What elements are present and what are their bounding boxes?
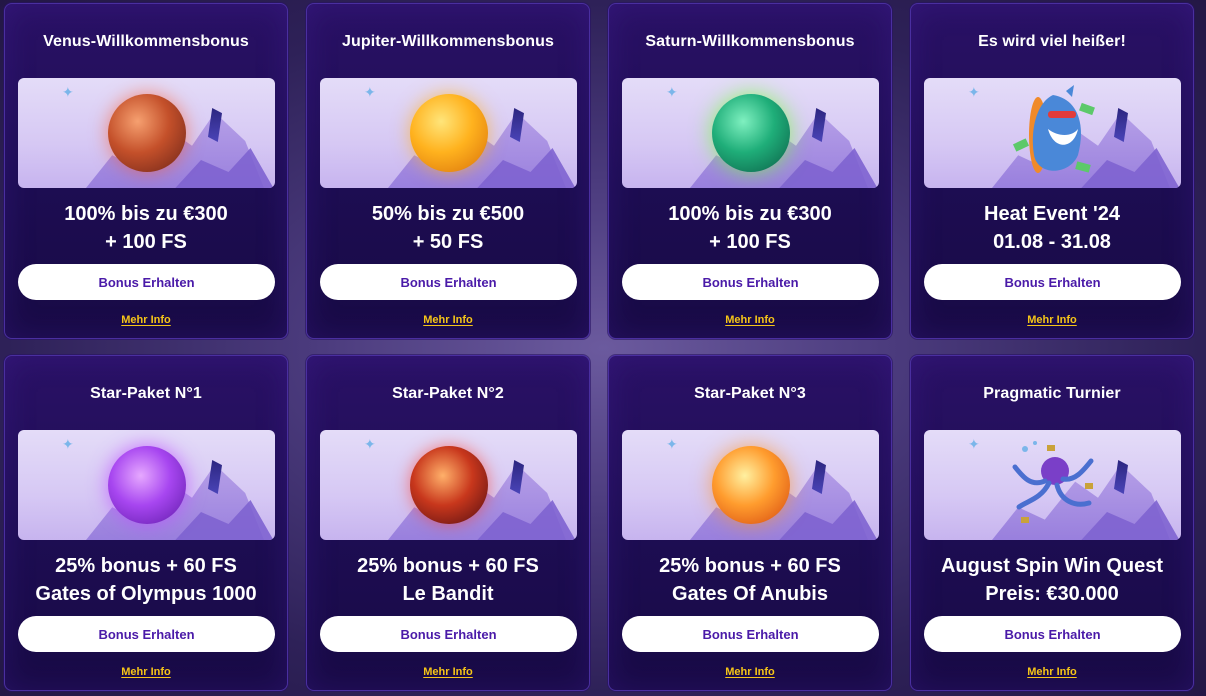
jupiter-planet-icon [409,94,488,172]
bonus-erhalten-button[interactable]: Bonus Erhalten [18,264,275,300]
promo-banner: ✦ [924,78,1181,188]
card-title: Star-Paket N°2 [392,385,504,402]
promotions-grid: Venus-Willkommensbonus ✦ 100% bis zu €30… [4,3,1194,691]
sparkle-icon: ✦ [968,436,980,452]
offer-line: 100% bis zu €300 [64,203,228,225]
card-title: Jupiter-Willkommensbonus [341,33,555,50]
offer-line: 25% bonus + 60 FS [55,555,237,577]
offer-line: 50% bis zu €500 [371,203,525,225]
sparkle-icon: ✦ [968,84,980,100]
promo-banner: ✦ [320,430,577,540]
offer-line: 25% bonus + 60 FS [659,555,841,577]
sparkle-icon: ✦ [364,436,376,452]
lava-planet-icon [409,446,488,524]
offer-line: 25% bonus + 60 FS [357,555,539,577]
bonus-erhalten-button[interactable]: Bonus Erhalten [924,264,1181,300]
shark-surfer-icon [1012,85,1095,173]
offer-text: Heat Event '24 01.08 - 31.08 [911,200,1193,256]
offer-line: August Spin Win Quest [940,555,1164,577]
offer-line: Le Bandit [402,583,494,605]
promo-card-pragmatic-turnier: Pragmatic Turnier ✦ August Spin Win Ques… [910,355,1194,691]
card-title: Star-Paket N°1 [90,385,202,402]
sparkle-icon: ✦ [62,84,74,100]
offer-text: August Spin Win Quest Preis: €30.000 [911,552,1193,608]
mehr-info-link[interactable]: Mehr Info [423,314,473,326]
offer-text: 100% bis zu €300 + 100 FS [609,200,891,256]
offer-line: + 50 FS [412,231,484,253]
mehr-info-link[interactable]: Mehr Info [725,666,775,678]
offer-text: 25% bonus + 60 FS Gates Of Anubis [609,552,891,608]
promo-card-star-paket-1: Star-Paket N°1 ✦ 25% bonus + 60 FS Gates… [4,355,288,691]
promo-banner: ✦ [320,78,577,188]
card-title: Star-Paket N°3 [694,385,806,402]
octopus-icon [1012,441,1093,523]
offer-line: Gates of Olympus 1000 [35,583,257,605]
promo-card-jupiter: Jupiter-Willkommensbonus ✦ 50% bis zu €5… [306,3,590,339]
promo-banner: ✦ [18,430,275,540]
purple-planet-icon [107,446,186,524]
bonus-erhalten-button[interactable]: Bonus Erhalten [622,264,879,300]
promo-banner: ✦ [622,78,879,188]
offer-text: 100% bis zu €300 + 100 FS [5,200,287,256]
bonus-erhalten-button[interactable]: Bonus Erhalten [320,616,577,652]
mehr-info-link[interactable]: Mehr Info [1027,314,1077,326]
sparkle-icon: ✦ [666,84,678,100]
saturn-planet-icon [711,94,790,172]
offer-line: 100% bis zu €300 [668,203,832,225]
promo-banner: ✦ [924,430,1181,540]
bonus-erhalten-button[interactable]: Bonus Erhalten [18,616,275,652]
bonus-erhalten-button[interactable]: Bonus Erhalten [924,616,1181,652]
bonus-erhalten-button[interactable]: Bonus Erhalten [320,264,577,300]
card-title: Pragmatic Turnier [983,385,1121,402]
promo-banner: ✦ [622,430,879,540]
offer-line: Preis: €30.000 [985,583,1119,605]
bonus-erhalten-button[interactable]: Bonus Erhalten [622,616,879,652]
offer-line: + 100 FS [709,231,791,253]
sparkle-icon: ✦ [364,84,376,100]
mehr-info-link[interactable]: Mehr Info [725,314,775,326]
mehr-info-link[interactable]: Mehr Info [121,314,171,326]
mehr-info-link[interactable]: Mehr Info [1027,666,1077,678]
mehr-info-link[interactable]: Mehr Info [121,666,171,678]
offer-line: Heat Event '24 [984,203,1120,225]
promo-banner: ✦ [18,78,275,188]
sparkle-icon: ✦ [62,436,74,452]
card-title: Saturn-Willkommensbonus [645,33,855,50]
mehr-info-link[interactable]: Mehr Info [423,666,473,678]
promo-card-heat-event: Es wird viel heißer! ✦ Heat Event '24 01… [910,3,1194,339]
offer-text: 25% bonus + 60 FS Gates of Olympus 1000 [5,552,287,608]
sparkle-icon: ✦ [666,436,678,452]
venus-planet-icon [107,94,186,172]
promo-card-star-paket-3: Star-Paket N°3 ✦ 25% bonus + 60 FS Gates… [608,355,892,691]
offer-line: 01.08 - 31.08 [993,231,1111,253]
offer-line: + 100 FS [105,231,187,253]
offer-text: 50% bis zu €500 + 50 FS [307,200,589,256]
offer-text: 25% bonus + 60 FS Le Bandit [307,552,589,608]
promo-card-saturn: Saturn-Willkommensbonus ✦ 100% bis zu €3… [608,3,892,339]
offer-line: Gates Of Anubis [672,583,828,605]
promo-card-venus: Venus-Willkommensbonus ✦ 100% bis zu €30… [4,3,288,339]
card-title: Es wird viel heißer! [978,33,1126,50]
promo-card-star-paket-2: Star-Paket N°2 ✦ 25% bonus + 60 FS Le Ba… [306,355,590,691]
orange-planet-icon [711,446,790,524]
card-title: Venus-Willkommensbonus [43,33,249,50]
